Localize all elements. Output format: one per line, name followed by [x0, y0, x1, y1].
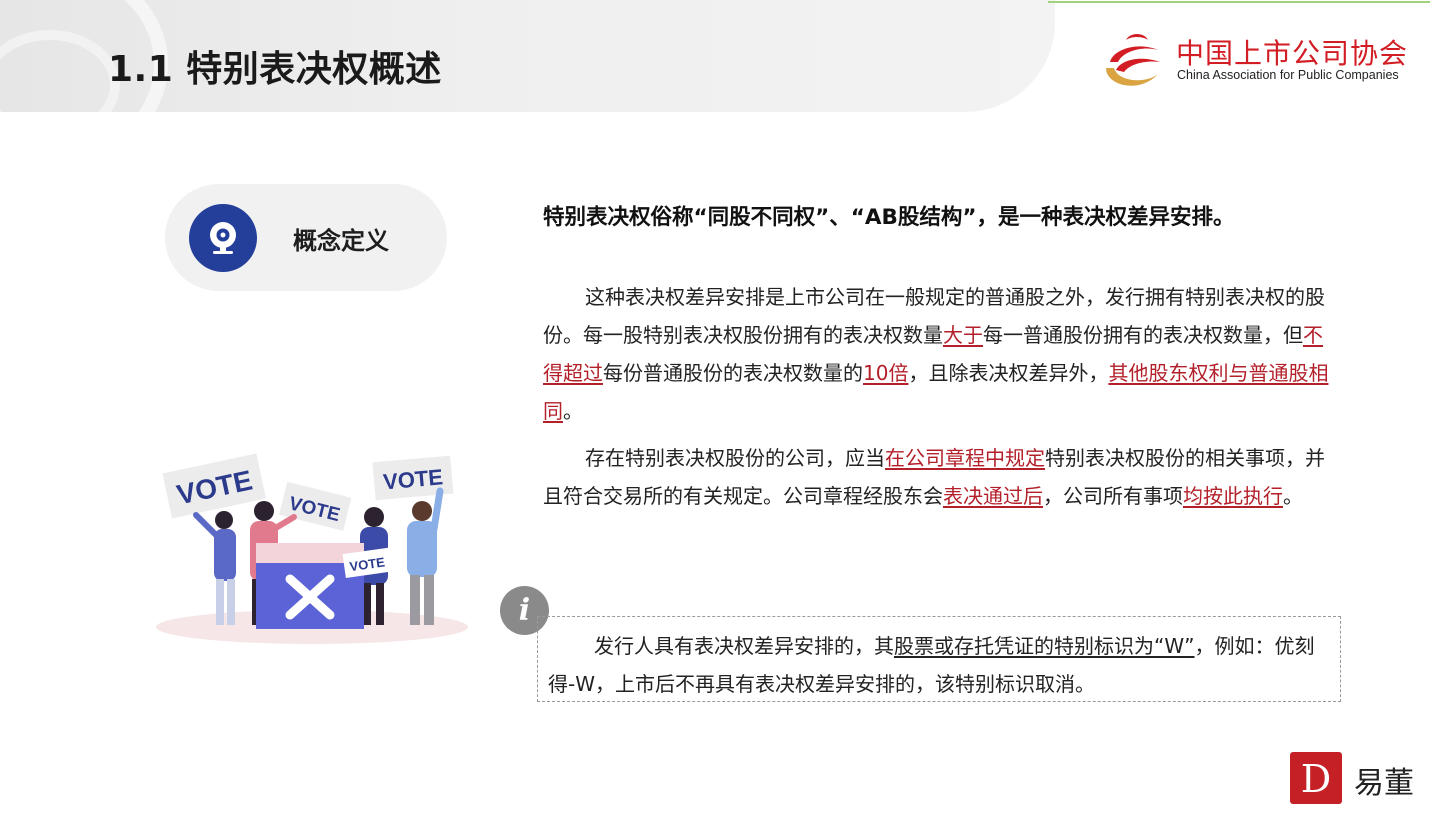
brand-name: 易董: [1354, 766, 1414, 801]
paragraph-text: ，公司所有事项: [1043, 484, 1183, 508]
charter-paragraph: 存在特别表决权股份的公司，应当在公司章程中规定特别表决权股份的相关事项，并且符合…: [543, 439, 1333, 515]
definition-paragraph: 这种表决权差异安排是上市公司在一般规定的普通股之外，发行拥有特别表决权的股份。每…: [543, 278, 1333, 430]
paragraph-text: 每一普通股份拥有的表决权数量，但: [983, 323, 1303, 347]
info-note-box: 发行人具有表决权差异安排的，其股票或存托凭证的特别标识为“W”，例如：优刻得-W…: [537, 616, 1341, 702]
association-logo-icon: [1106, 34, 1160, 86]
vote-sign-text: VOTE: [382, 464, 444, 494]
paragraph-text: ，且除表决权差异外，: [908, 361, 1109, 385]
highlight-text: 大于: [943, 323, 983, 347]
association-name-en: China Association for Public Companies: [1177, 68, 1399, 82]
info-text: 发行人具有表决权差异安排的，其: [594, 634, 894, 658]
yidong-brand: D 易董: [1290, 752, 1430, 804]
concept-definition-badge: 概念定义: [165, 184, 447, 291]
highlight-text: 表决通过后: [943, 484, 1043, 508]
paragraph-text: 每份普通股份的表决权数量的: [603, 361, 863, 385]
vote-illustration: VOTE VOTE VOTE VOTE: [156, 453, 468, 644]
header-rule: [1048, 1, 1430, 3]
highlight-text: 10倍: [863, 361, 909, 385]
paragraph-text: 。: [563, 399, 583, 423]
headline: 特别表决权俗称“同股不同权”、“AB股结构”，是一种表决权差异安排。: [543, 205, 1235, 230]
yidong-logo-icon: D: [1290, 752, 1342, 804]
highlight-text: 在公司章程中规定: [885, 446, 1045, 470]
concept-icon-circle: [189, 204, 257, 272]
webcam-icon: [210, 222, 236, 254]
brand-mark-letter: D: [1301, 757, 1331, 801]
association-logo: 中国上市公司协会 China Association for Public Co…: [1100, 28, 1420, 92]
page-title: 1.1 特别表决权概述: [108, 49, 442, 90]
paragraph-text: 存在特别表决权股份的公司，应当: [585, 446, 885, 470]
info-underlined-text: 股票或存托凭证的特别标识为“W”: [894, 634, 1195, 658]
highlight-text: 均按此执行: [1183, 484, 1283, 508]
paragraph-text: 。: [1283, 484, 1303, 508]
association-name-cn: 中国上市公司协会: [1176, 37, 1409, 70]
info-note-text: 发行人具有表决权差异安排的，其股票或存托凭证的特别标识为“W”，例如：优刻得-W…: [548, 627, 1338, 703]
concept-label: 概念定义: [293, 227, 389, 255]
